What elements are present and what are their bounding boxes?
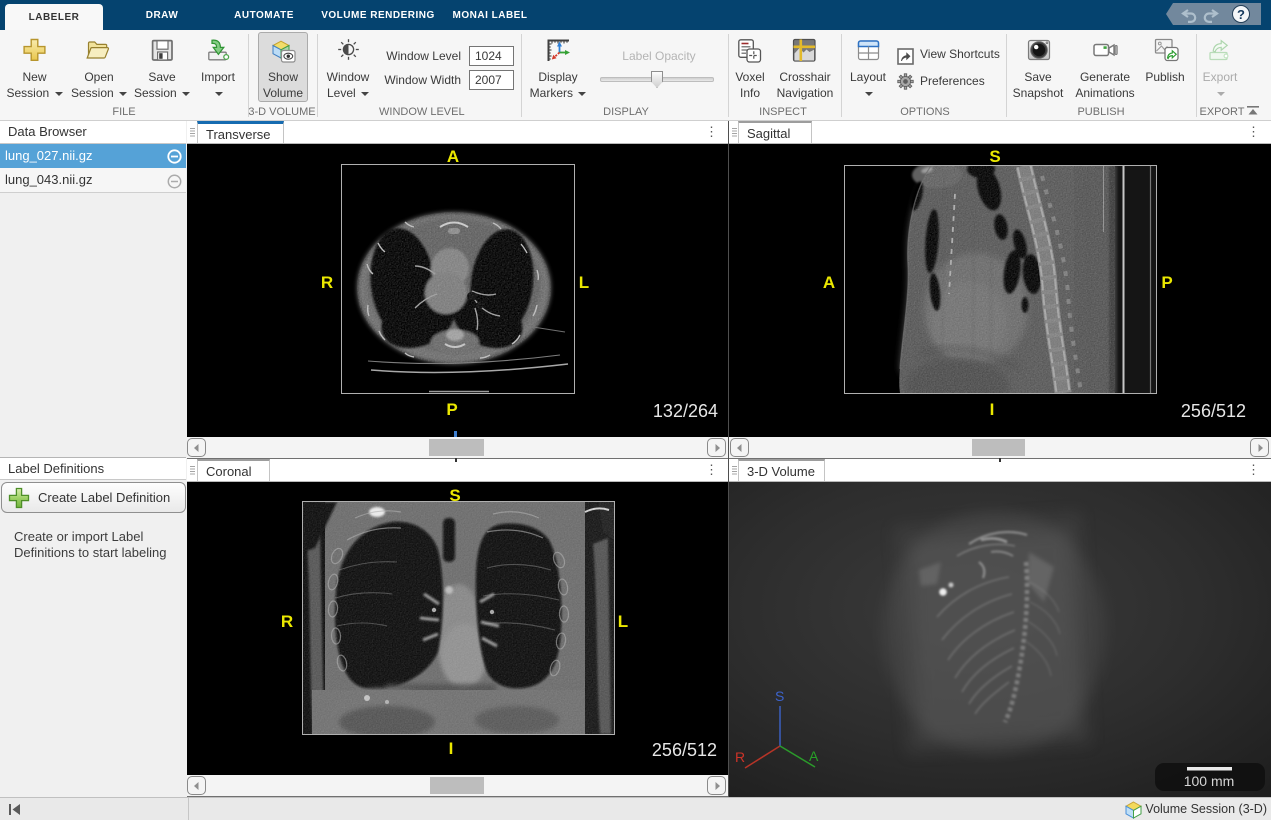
svg-text:R: R	[735, 749, 745, 765]
svg-text:?: ?	[1237, 7, 1245, 22]
svg-text:S: S	[775, 688, 784, 704]
svg-text:100 mm: 100 mm	[1184, 773, 1235, 789]
svg-text:A: A	[809, 748, 819, 764]
